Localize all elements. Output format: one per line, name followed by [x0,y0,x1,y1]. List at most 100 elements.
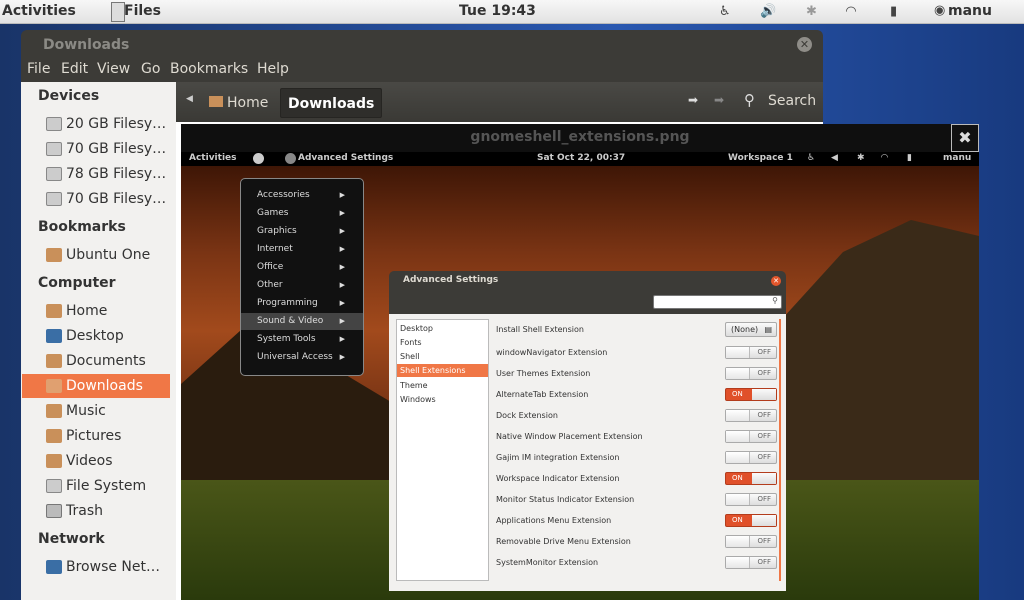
user-menu[interactable]: manu [948,3,992,19]
screenshot-wifi-icon: ◠ [881,153,888,163]
search-icon: ⚲ [772,296,778,305]
toggle-state: ON [732,390,743,398]
battery-icon[interactable]: ▮ [890,4,897,19]
drive-icon [46,479,62,493]
menu-item-system-tools: System Tools ▶ [241,331,363,348]
app-menu-button[interactable]: Files [124,3,161,19]
sidebar-item-file-system[interactable]: File System [22,474,170,498]
scroll-indicator [779,319,781,581]
category-windows: Windows [400,395,436,404]
menu-item-graphics: Graphics ▶ [241,223,363,240]
back-icon[interactable]: ➡ [688,93,698,107]
submenu-arrow-icon: ▶ [339,263,345,271]
extension-label: Monitor Status Indicator Extension [496,495,635,504]
extension-toggle: OFF [725,409,777,422]
close-icon: ✕ [771,276,781,286]
sidebar-item-label: Ubuntu One [66,247,151,263]
menu-file[interactable]: File [27,61,50,77]
files-app-icon [111,2,125,22]
toggle-state: OFF [757,369,771,377]
screenshot-accessibility-icon: ♿ [807,153,816,163]
submenu-arrow-icon: ▶ [339,227,345,235]
menu-go[interactable]: Go [141,61,160,77]
extension-toggle: ON [725,472,777,485]
accessibility-icon[interactable]: ♿ [719,4,731,19]
extension-toggle: OFF [725,493,777,506]
toggle-state: OFF [757,453,771,461]
install-extension-select: (None) ▤ [725,322,777,337]
toggle-knob [726,494,750,505]
sidebar-item-browse-network[interactable]: Browse Net… [22,555,170,579]
menu-item-office: Office ▶ [241,259,363,276]
drive-icon [46,117,62,131]
menubar: File Edit View Go Bookmarks Help [21,60,823,82]
sidebar-item-pictures[interactable]: Pictures [22,424,170,448]
close-icon[interactable]: ✕ [797,37,812,52]
wifi-icon[interactable]: ◠ [846,4,856,19]
sidebar-item-label: 20 GB Filesy… [66,116,167,132]
sidebar-item-documents[interactable]: Documents [22,349,170,373]
bluetooth-icon[interactable]: ✱ [806,4,817,19]
sidebar-item-label: Music [66,403,106,419]
sidebar-item-device-1[interactable]: 20 GB Filesy… [22,112,170,136]
extension-toggle: OFF [725,346,777,359]
sidebar-item-label: 70 GB Filesy… [66,191,167,207]
sidebar-item-device-4[interactable]: 70 GB Filesy… [22,187,170,211]
menu-item-internet: Internet ▶ [241,241,363,258]
sidebar-item-videos[interactable]: Videos [22,449,170,473]
search-button[interactable]: Search [768,93,816,109]
extension-label: Dock Extension [496,411,558,420]
sidebar-item-label: Documents [66,353,146,369]
viewer-close-button[interactable]: ✖ [951,124,979,152]
sidebar-item-ubuntu-one[interactable]: Ubuntu One [22,243,170,267]
menu-item-universal-access: Universal Access ▶ [241,349,363,366]
menu-edit[interactable]: Edit [61,61,88,77]
sidebar-item-label: Trash [66,503,103,519]
sidebar-item-label: Downloads [66,378,143,394]
submenu-arrow-icon: ▶ [339,191,345,199]
menu-help[interactable]: Help [257,61,289,77]
clock[interactable]: Tue 19:43 [459,3,536,19]
toggle-state: OFF [757,432,771,440]
submenu-arrow-icon: ▶ [339,299,345,307]
sidebar-item-downloads[interactable]: Downloads [22,374,170,398]
toggle-state: OFF [757,348,771,356]
menu-item-programming: Programming ▶ [241,295,363,312]
submenu-arrow-icon: ▶ [339,317,345,325]
path-home[interactable]: Home [202,88,275,118]
advanced-settings-title: Advanced Settings [403,275,499,285]
drive-icon [46,192,62,206]
viewer-filename: gnomeshell_extensions.png [181,124,979,152]
sidebar-item-desktop[interactable]: Desktop [22,324,170,348]
screenshot-app-name: Advanced Settings [298,153,394,163]
window-titlebar[interactable]: Downloads ✕ [21,30,823,60]
forward-icon[interactable]: ➡ [714,93,724,107]
sidebar-item-home[interactable]: Home [22,299,170,323]
search-icon[interactable]: ⚲ [744,91,755,109]
install-extension-label: Install Shell Extension [496,325,584,334]
window-title: Downloads [43,37,130,53]
file-chooser-icon: ▤ [764,325,772,334]
extension-toggle: ON [725,388,777,401]
extension-toggle: OFF [725,535,777,548]
menu-bookmarks[interactable]: Bookmarks [170,61,248,77]
toggle-knob [726,536,750,547]
submenu-arrow-icon: ▶ [339,245,345,253]
back-arrow-icon[interactable]: ◀ [186,94,193,104]
screenshot-workspace: Workspace 1 [728,153,793,163]
extension-toggle: OFF [725,451,777,464]
sidebar-item-device-2[interactable]: 70 GB Filesy… [22,137,170,161]
menu-item-accessories: Accessories ▶ [241,187,363,204]
volume-icon[interactable]: 🔊 [760,4,776,19]
sidebar-item-music[interactable]: Music [22,399,170,423]
path-downloads[interactable]: Downloads [280,88,383,118]
menu-view[interactable]: View [97,61,130,77]
drive-icon [46,142,62,156]
screenshot-bluetooth-icon: ✱ [857,153,865,163]
sidebar-item-trash[interactable]: Trash [22,499,170,523]
activities-button[interactable]: Activities [2,3,76,19]
sidebar-item-device-3[interactable]: 78 GB Filesy… [22,162,170,186]
extension-label: Removable Drive Menu Extension [496,537,631,546]
app-menu-icon [253,153,264,164]
screenshot-clock: Sat Oct 22, 00:37 [537,153,626,163]
